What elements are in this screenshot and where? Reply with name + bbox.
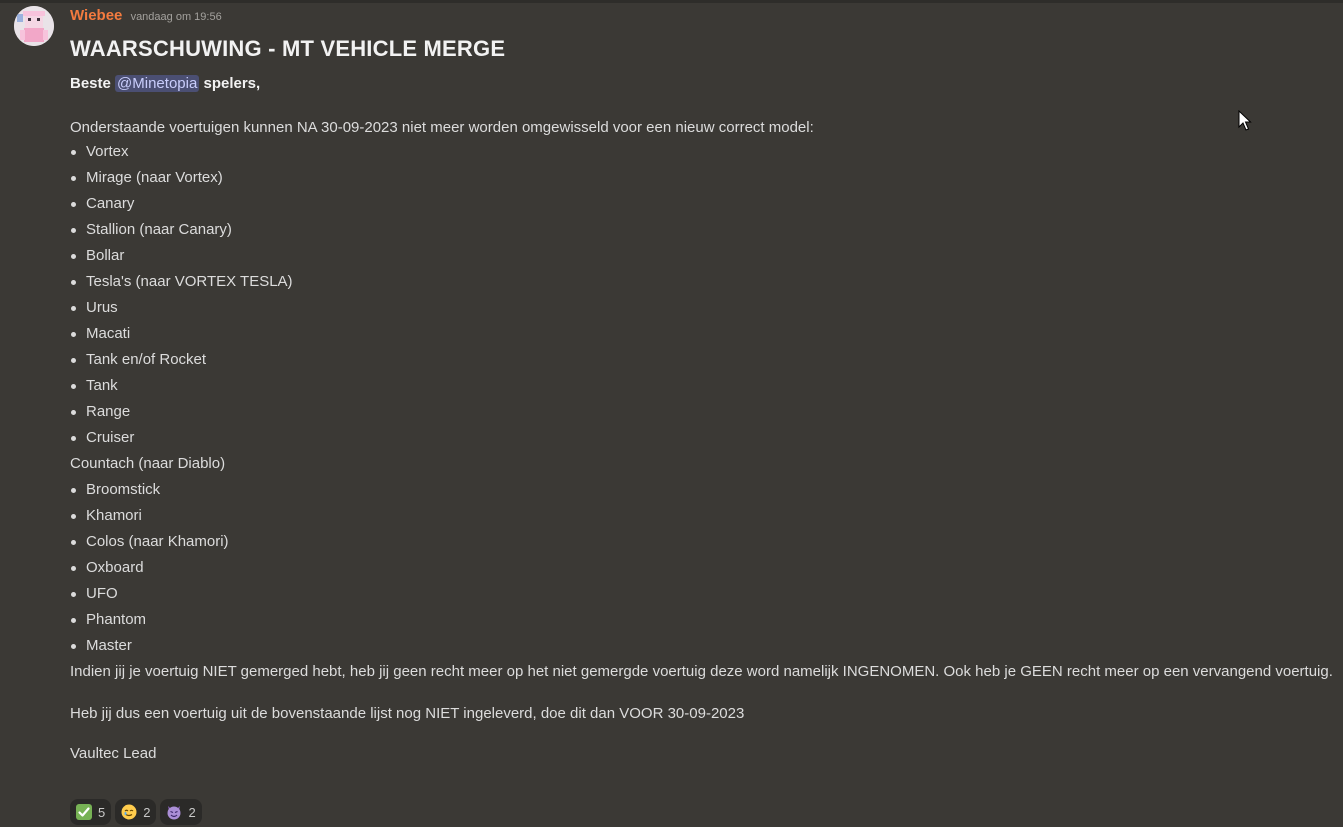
vehicle-list-b: Broomstick Khamori Colos (naar Khamori) … xyxy=(70,477,1340,659)
greeting: Beste @Minetopia spelers, xyxy=(70,73,1340,95)
list-item: Master xyxy=(70,633,1340,659)
message-timestamp: vandaag om 19:56 xyxy=(130,11,222,23)
reaction-bar: 5 2 2 xyxy=(70,799,202,825)
reaction-count: 2 xyxy=(188,804,196,820)
list-item: Cruiser xyxy=(70,425,1340,451)
teary-smile-icon xyxy=(121,804,137,820)
plain-list-line: Countach (naar Diablo) xyxy=(70,455,226,472)
message-title: WAARSCHUWING - MT VEHICLE MERGE xyxy=(70,36,506,61)
list-item: Range xyxy=(70,399,1340,425)
list-item: Colos (naar Khamori) xyxy=(70,529,1340,555)
reaction-count: 5 xyxy=(98,804,106,820)
greeting-suffix: spelers, xyxy=(199,75,261,92)
reaction-count: 2 xyxy=(143,804,151,820)
list-item: Broomstick xyxy=(70,477,1340,503)
list-item: Oxboard xyxy=(70,555,1340,581)
list-item: Khamori xyxy=(70,503,1340,529)
list-item: Stallion (naar Canary) xyxy=(70,217,1340,243)
reaction-check[interactable]: 5 xyxy=(70,799,112,825)
smiling-devil-icon xyxy=(167,806,181,820)
top-divider xyxy=(0,0,1343,3)
message-header: Wiebee vandaag om 19:56 xyxy=(70,5,1340,27)
mouse-cursor-icon xyxy=(1238,110,1252,131)
list-item: Urus xyxy=(70,295,1340,321)
avatar[interactable] xyxy=(14,6,54,46)
list-item: Tank xyxy=(70,373,1340,399)
list-item: Vortex xyxy=(70,139,1340,165)
signature: Vaultec Lead xyxy=(70,745,157,762)
list-item: Tank en/of Rocket xyxy=(70,347,1340,373)
reminder-text: Heb jij dus een voertuig uit de bovensta… xyxy=(70,705,745,722)
warning-text: Indien jij je voertuig NIET gemerged heb… xyxy=(70,663,1333,680)
check-mark-icon xyxy=(76,804,92,820)
avatar-image xyxy=(14,6,54,46)
list-item: Phantom xyxy=(70,607,1340,633)
reaction-smiling-devil[interactable]: 2 xyxy=(160,799,202,825)
vehicle-list-a: Vortex Mirage (naar Vortex) Canary Stall… xyxy=(70,139,1340,451)
role-mention[interactable]: @Minetopia xyxy=(115,75,200,92)
reaction-teary-smile[interactable]: 2 xyxy=(115,799,157,825)
list-item: Mirage (naar Vortex) xyxy=(70,165,1340,191)
intro-text: Onderstaande voertuigen kunnen NA 30-09-… xyxy=(70,119,814,136)
list-item: UFO xyxy=(70,581,1340,607)
list-item: Macati xyxy=(70,321,1340,347)
chat-message: Wiebee vandaag om 19:56 WAARSCHUWING - M… xyxy=(70,5,1340,765)
greeting-prefix: Beste xyxy=(70,75,116,92)
list-item: Bollar xyxy=(70,243,1340,269)
author-name[interactable]: Wiebee xyxy=(70,7,122,24)
list-item: Tesla's (naar VORTEX TESLA) xyxy=(70,269,1340,295)
list-item: Canary xyxy=(70,191,1340,217)
